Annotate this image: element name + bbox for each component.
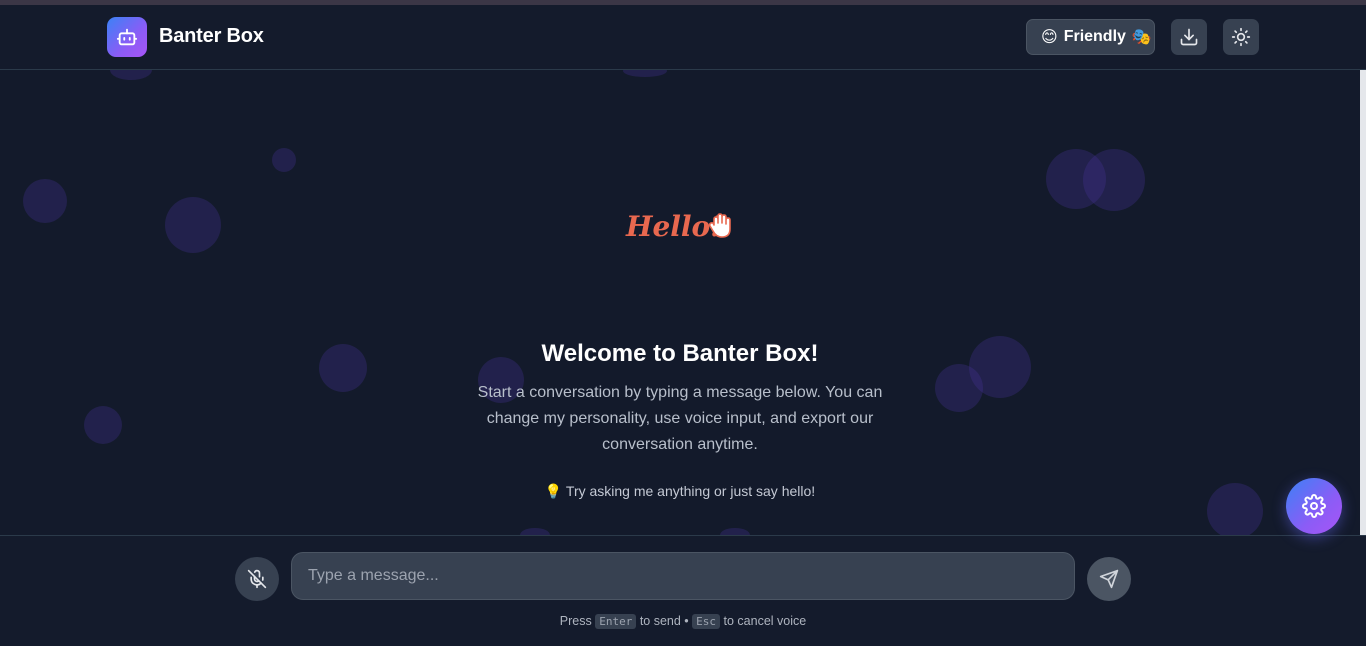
- personality-button[interactable]: 😊 Friendly 🎭: [1026, 19, 1155, 55]
- download-icon: [1180, 28, 1198, 46]
- enter-key: Enter: [595, 614, 637, 629]
- background-bubble: [935, 364, 983, 412]
- hint-press: Press: [559, 614, 592, 628]
- mic-off-icon: [247, 569, 267, 589]
- tip-line: 💡 Try asking me anything or just say hel…: [0, 483, 1360, 500]
- export-button[interactable]: [1171, 19, 1207, 55]
- scrollbar-thumb[interactable]: [1360, 70, 1366, 535]
- personality-label: Friendly: [1063, 28, 1126, 45]
- background-bubble: [110, 70, 152, 80]
- send-button[interactable]: [1087, 557, 1131, 601]
- waving-hand-icon: [706, 211, 736, 246]
- masks-emoji-icon: 🎭: [1131, 29, 1152, 46]
- hint-cancel-voice: to cancel voice: [723, 614, 807, 628]
- lightbulb-icon: 💡: [544, 483, 563, 499]
- background-bubble: [165, 197, 221, 253]
- background-bubble: [720, 528, 750, 535]
- background-bubble: [23, 179, 67, 223]
- app-title: Banter Box: [159, 25, 264, 47]
- welcome-description: Start a conversation by typing a message…: [477, 384, 883, 453]
- welcome-title: Welcome to Banter Box!: [541, 340, 819, 367]
- background-bubble: [1083, 149, 1145, 211]
- sun-icon: [1231, 27, 1251, 47]
- message-input[interactable]: [291, 552, 1075, 600]
- robot-logo-icon: [107, 17, 147, 57]
- tip-text: Try asking me anything or just say hello…: [565, 483, 816, 499]
- hint-to-send: to send •: [639, 614, 689, 628]
- scrollbar[interactable]: [1360, 70, 1366, 535]
- keyboard-hint: Press Enter to send • Esc to cancel voic…: [0, 614, 1366, 629]
- settings-icon: [1302, 494, 1326, 518]
- composer: Press Enter to send • Esc to cancel voic…: [0, 535, 1366, 646]
- background-bubble: [623, 70, 667, 77]
- app-header: Banter Box 😊 Friendly 🎭: [0, 5, 1366, 70]
- voice-input-button[interactable]: [235, 557, 279, 601]
- send-icon: [1099, 569, 1119, 589]
- smile-emoji-icon: 😊: [1041, 29, 1058, 46]
- chat-area: Hello! Welcome to Banter Box! Start a co…: [0, 70, 1360, 535]
- background-bubble: [84, 406, 122, 444]
- settings-fab-button[interactable]: [1286, 478, 1342, 534]
- theme-toggle-button[interactable]: [1223, 19, 1259, 55]
- background-bubble: [272, 148, 296, 172]
- esc-key: Esc: [692, 614, 721, 629]
- background-bubble: [520, 528, 550, 535]
